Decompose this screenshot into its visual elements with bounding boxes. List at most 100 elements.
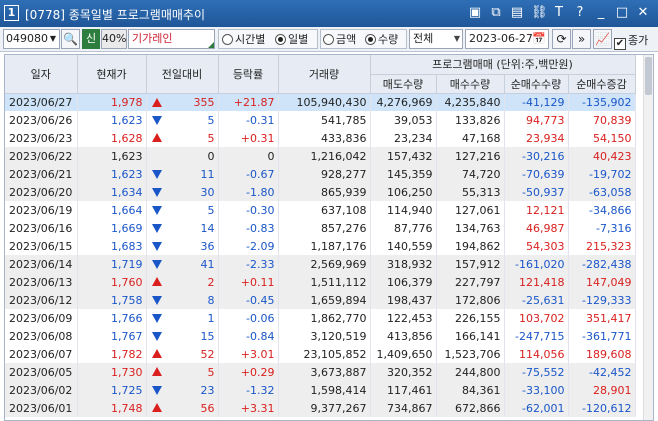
chart-button[interactable]: 📈 [593, 29, 612, 49]
cell-net-value: -161,020 [515, 257, 565, 271]
col-header-sell[interactable]: 매도수량 [370, 74, 437, 94]
cell-price: 1,767 [77, 327, 147, 345]
cell-net: 23,934 [504, 129, 569, 147]
table-row[interactable]: 2023/06/27 1,978 355 +21.87 105,940,430 4,276… [5, 93, 636, 111]
col-header-price[interactable]: 현재가 [77, 55, 147, 94]
cell-net: -247,715 [504, 327, 569, 345]
program-trading-grid: 일자 현재가 전일대비 등락률 거래량 프로그램매매 (단위:주,백만원) 매도… [4, 54, 654, 421]
cell-rate: -0.30 [218, 201, 279, 219]
radio-daily[interactable]: 일별 [275, 32, 308, 47]
cell-net: -62,001 [504, 399, 569, 417]
col-header-volume[interactable]: 거래량 [278, 55, 371, 94]
cell-price: 1,760 [77, 273, 147, 291]
cell-net-change: -282,438 [568, 255, 636, 273]
cell-volume-value: 928,277 [321, 167, 367, 181]
close-icon[interactable]: ✕ [636, 5, 650, 21]
cell-buy-value: 194,862 [455, 239, 501, 253]
table-row[interactable]: 2023/06/16 1,669 14 -0.83 857,276 87,776 134,7… [5, 219, 636, 237]
memo-icon[interactable]: ▣ [468, 5, 482, 21]
checkbox-checked-icon[interactable]: ✔ [614, 38, 626, 50]
up-arrow-icon [151, 403, 162, 412]
search-button[interactable]: 🔍 [61, 29, 80, 49]
cell-date: 2023/06/27 [5, 93, 78, 111]
col-header-rate[interactable]: 등락률 [218, 55, 279, 94]
market-select[interactable]: 전체 ▼ [409, 29, 463, 49]
cell-change: 11 [146, 165, 219, 183]
date-input[interactable]: 2023-06-27 📅 [465, 29, 549, 49]
cell-change: 5 [146, 201, 219, 219]
vertical-scrollbar[interactable] [643, 55, 653, 420]
radio-amount-dot[interactable] [323, 34, 334, 45]
table-row[interactable]: 2023/06/26 1,623 5 -0.31 541,785 39,053 133,82… [5, 111, 636, 129]
minimize-icon[interactable]: _ [594, 5, 608, 21]
window-icon[interactable]: ⧉ [489, 5, 503, 21]
cell-buy-value: 166,141 [455, 329, 501, 343]
table-row[interactable]: 2023/06/14 1,719 41 -2.33 2,569,969 318,932 15… [5, 255, 636, 273]
down-arrow-icon [151, 206, 162, 215]
cell-price: 1,766 [77, 309, 147, 327]
col-header-change[interactable]: 전일대비 [146, 55, 219, 94]
cell-net: 54,303 [504, 237, 569, 255]
table-row[interactable]: 2023/06/22 1,623 0 0 1,216,042 157,432 127,216… [5, 147, 636, 165]
cell-rate-value: +21.87 [233, 95, 275, 109]
cell-change: 5 [146, 111, 219, 129]
table-row[interactable]: 2023/06/20 1,634 30 -1.80 865,939 106,250 55,3… [5, 183, 636, 201]
chevron-down-icon[interactable]: ▼ [454, 30, 460, 48]
table-row[interactable]: 2023/06/08 1,767 15 -0.84 3,120,519 413,856 16… [5, 327, 636, 345]
cell-date: 2023/06/05 [5, 363, 78, 381]
cell-change: 56 [146, 399, 219, 417]
sin-badge[interactable]: 신 [82, 29, 100, 49]
table-row[interactable]: 2023/06/23 1,628 5 +0.31 433,836 23,234 47,168… [5, 129, 636, 147]
cell-rate-value: -2.33 [246, 257, 275, 271]
col-header-program-group: 프로그램매매 (단위:주,백만원) [370, 55, 636, 75]
cell-sell-value: 734,867 [387, 401, 433, 415]
radio-daily-dot[interactable] [275, 34, 286, 45]
maximize-icon[interactable]: □ [615, 5, 629, 21]
help-icon[interactable]: ? [573, 5, 587, 21]
cell-volume: 857,276 [278, 219, 371, 237]
font-icon[interactable]: T [552, 5, 566, 21]
col-header-buy[interactable]: 매수수량 [436, 74, 505, 94]
radio-time[interactable]: 시간별 [222, 32, 265, 47]
layout-icon[interactable]: ▤ [510, 5, 524, 21]
radio-quantity-dot[interactable] [365, 34, 376, 45]
table-row[interactable]: 2023/06/01 1,748 56 +3.31 9,377,267 734,867 67… [5, 399, 636, 417]
col-header-net[interactable]: 순매수수량 [504, 74, 569, 94]
link-icon[interactable]: ⛓ [531, 5, 548, 21]
calendar-icon[interactable]: 📅 [532, 30, 546, 48]
cell-change: 355 [146, 93, 219, 111]
table-row[interactable]: 2023/06/07 1,782 52 +3.01 23,105,852 1,409,65… [5, 345, 636, 363]
radio-amount[interactable]: 금액 [323, 32, 356, 47]
refresh-button[interactable]: ⟳ [552, 29, 571, 49]
table-row[interactable]: 2023/06/21 1,623 11 -0.67 928,277 145,359 74,7… [5, 165, 636, 183]
cell-price-value: 1,634 [111, 185, 143, 199]
cell-net-value: -75,552 [522, 365, 565, 379]
col-header-date[interactable]: 일자 [5, 55, 78, 94]
table-row[interactable]: 2023/06/19 1,664 5 -0.30 637,108 114,940 127,0… [5, 201, 636, 219]
cell-volume-value: 865,939 [321, 185, 367, 199]
cell-net-value: -30,216 [522, 149, 565, 163]
cell-sell: 117,461 [370, 381, 437, 399]
table-row[interactable]: 2023/06/12 1,758 8 -0.45 1,659,894 198,437 172… [5, 291, 636, 309]
cell-sell-value: 117,461 [387, 383, 433, 397]
cell-volume: 928,277 [278, 165, 371, 183]
close-price-checkbox[interactable]: ✔ 종가 [614, 32, 648, 50]
table-row[interactable]: 2023/06/09 1,766 1 -0.06 1,862,770 122,453 226… [5, 309, 636, 327]
scrollbar-thumb[interactable] [645, 57, 652, 95]
table-row[interactable]: 2023/06/05 1,730 5 +0.29 3,673,887 320,352 244… [5, 363, 636, 381]
cell-net-change: -19,702 [568, 165, 636, 183]
cell-date: 2023/06/02 [5, 381, 78, 399]
radio-quantity[interactable]: 수량 [365, 32, 398, 47]
cell-sell-value: 114,940 [387, 203, 433, 217]
stock-code-dropdown-icon[interactable]: ▼ [46, 30, 60, 50]
cell-date: 2023/06/20 [5, 183, 78, 201]
next-button[interactable]: » [572, 29, 591, 49]
table-row[interactable]: 2023/06/15 1,683 36 -2.09 1,187,176 140,559 19… [5, 237, 636, 255]
cell-net: -70,639 [504, 165, 569, 183]
table-row[interactable]: 2023/06/02 1,725 23 -1.32 1,598,414 117,461 84… [5, 381, 636, 399]
cell-rate: -0.67 [218, 165, 279, 183]
radio-time-dot[interactable] [222, 34, 233, 45]
cell-price: 1,978 [77, 93, 147, 111]
col-header-net-change[interactable]: 순매수증감 [568, 74, 636, 94]
table-row[interactable]: 2023/06/13 1,760 2 +0.11 1,511,112 106,379 227… [5, 273, 636, 291]
